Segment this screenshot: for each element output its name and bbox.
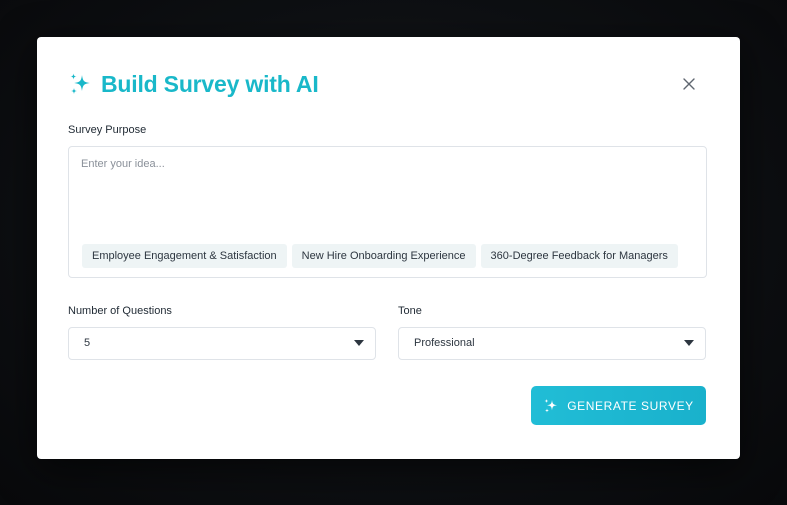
- build-survey-dialog: Build Survey with AI Survey Purpose Empl…: [37, 37, 740, 459]
- tone-label: Tone: [398, 305, 422, 317]
- suggestion-chips: Employee Engagement & Satisfaction New H…: [82, 244, 678, 268]
- dialog-title: Build Survey with AI: [101, 71, 319, 97]
- suggestion-chip-360-feedback[interactable]: 360-Degree Feedback for Managers: [480, 244, 678, 268]
- survey-purpose-input[interactable]: [81, 158, 691, 228]
- suggestion-chip-new-hire-onboarding[interactable]: New Hire Onboarding Experience: [291, 244, 476, 268]
- tone-value: Professional: [414, 337, 475, 349]
- generate-survey-label: GENERATE SURVEY: [567, 398, 694, 413]
- dialog-header: Build Survey with AI: [68, 67, 319, 101]
- number-of-questions-select[interactable]: 5: [68, 327, 376, 360]
- close-button[interactable]: [680, 75, 698, 93]
- caret-down-icon: [354, 340, 364, 346]
- sparkle-icon: [70, 73, 90, 94]
- caret-down-icon: [684, 340, 694, 346]
- close-icon[interactable]: [680, 75, 698, 93]
- suggestion-chip-employee-engagement[interactable]: Employee Engagement & Satisfaction: [82, 244, 287, 268]
- number-of-questions-value: 5: [84, 337, 91, 349]
- sparkle-icon: [544, 398, 558, 412]
- survey-purpose-field[interactable]: Employee Engagement & Satisfaction New H…: [68, 146, 707, 278]
- tone-select[interactable]: Professional: [398, 327, 706, 360]
- generate-survey-button[interactable]: GENERATE SURVEY: [531, 386, 706, 425]
- number-of-questions-label: Number of Questions: [68, 305, 172, 317]
- survey-purpose-label: Survey Purpose: [68, 124, 147, 136]
